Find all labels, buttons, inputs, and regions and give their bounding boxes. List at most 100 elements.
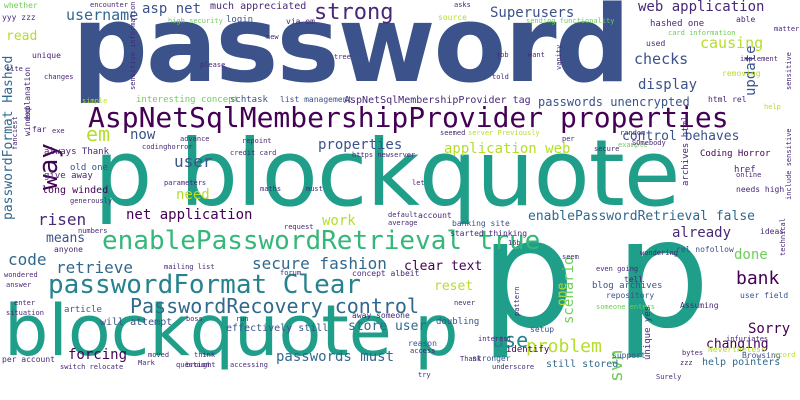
word-need: need — [176, 187, 210, 203]
word-access: access — [410, 347, 436, 355]
word-job: job — [496, 51, 509, 59]
word-repository: repository — [606, 291, 655, 300]
word-strong: strong — [314, 0, 394, 25]
word-tell: tell — [624, 275, 644, 284]
word-matter: matter — [774, 25, 800, 33]
word-read: read — [6, 29, 38, 44]
word-away-someone: away someone — [352, 311, 410, 320]
word-used: used — [646, 39, 666, 48]
word-tree: tree — [334, 53, 351, 61]
word-interest: interest — [478, 335, 512, 343]
word-include-sensitive: include sensitive — [785, 128, 793, 200]
word-aspnet-tag: AspNetSqlMembershipProvider tag — [344, 95, 531, 106]
word-give-away: give away — [44, 171, 93, 181]
word-please: please — [200, 61, 226, 69]
word-account: account — [418, 211, 452, 220]
word-parameters: parameters — [164, 179, 207, 187]
word-work: work — [322, 213, 356, 229]
word-maths: maths — [260, 185, 282, 193]
word-underscore: underscore — [492, 363, 535, 371]
word-username: username — [66, 6, 139, 24]
word-unique-yes: unique yes — [643, 305, 653, 360]
word-per: per — [562, 135, 575, 143]
word-much-appreciated: much appreciated — [210, 1, 307, 12]
word-server-previously: server Previously — [468, 129, 540, 137]
word-seem: seem — [562, 253, 579, 261]
word-secure: secure — [594, 145, 620, 153]
word-encounter: encounter — [90, 1, 128, 9]
word-run: run — [236, 315, 249, 323]
word-boss: boss — [186, 315, 203, 323]
word-coding-horror: Coding Horror — [700, 149, 771, 159]
word-advance: advance — [180, 135, 210, 143]
word-switch-relocate: switch relocate — [60, 363, 124, 371]
word-new: new — [266, 33, 279, 41]
word-already: already — [672, 225, 732, 241]
word-done: done — [734, 247, 768, 263]
word-accessing: accessing — [230, 361, 268, 369]
word-pwds-unencrypted: passwords unencrypted — [538, 95, 690, 109]
word-concept-albeit: concept albeit — [352, 269, 420, 278]
word-must: must — [306, 185, 323, 193]
word-html-rel: html rel — [708, 95, 747, 104]
word-online: online — [736, 171, 762, 179]
word-support: support — [612, 351, 646, 360]
word-even-going: even going — [596, 265, 639, 273]
word-card-information: card information — [668, 29, 736, 37]
word-situation: situation — [6, 309, 44, 317]
word-login: login — [226, 15, 254, 25]
word-vanity: vanity — [555, 44, 563, 70]
word-let: let — [412, 179, 425, 187]
word-rel-nofollow: rel nofollow — [676, 245, 734, 254]
word-wondering: wondering — [640, 249, 678, 257]
word-told: told — [492, 73, 509, 81]
word-checks: checks — [634, 50, 689, 68]
word-mark: Mark — [138, 359, 155, 367]
word-infuriates: infuriates — [726, 335, 769, 343]
word-list-management: list management — [280, 95, 353, 104]
word-unique: unique — [32, 51, 61, 60]
word-removing: removing — [722, 69, 761, 78]
word-user-field: user field — [740, 291, 789, 300]
word-codinghorror: codinghorror — [142, 143, 193, 151]
word-somebody: SOmebody — [632, 139, 666, 147]
word-code: code — [8, 250, 47, 269]
word-never: never — [454, 299, 476, 307]
word-hashed-one: hashed one — [650, 19, 705, 29]
word-try: try — [418, 371, 431, 379]
word-interesting-concept: interesting concept — [136, 95, 239, 105]
word-enter: enter — [14, 299, 36, 307]
word-web-application: web application — [638, 0, 765, 15]
word-mailing-list: mailing list — [164, 263, 215, 271]
word-generously: generously — [70, 197, 113, 205]
word-display: display — [638, 77, 698, 93]
word-brought: brought — [186, 361, 216, 369]
word-now: now — [130, 127, 156, 143]
word-forum: forum — [280, 269, 302, 277]
word-far: far — [32, 125, 47, 134]
word-needs-high: needs high — [736, 185, 785, 194]
word-identify: identify — [506, 345, 550, 355]
word-help: help — [764, 103, 781, 111]
word-properties: properties — [318, 137, 403, 153]
word-site: site — [6, 65, 23, 73]
word-risen: risen — [38, 210, 87, 229]
word-bank: bank — [736, 268, 780, 289]
word-em: em — [86, 122, 111, 146]
word-always-thank: always Thank — [44, 147, 110, 157]
word-random: random — [620, 129, 646, 137]
word-simple: simple — [82, 97, 108, 105]
word-reset: reset — [434, 279, 474, 294]
word-high-security: high security — [168, 17, 223, 25]
word-banking-site: banking site — [452, 219, 510, 228]
word-fanciest: fanciest — [11, 116, 19, 150]
word-one: one — [555, 282, 570, 306]
word-pattern: pattern — [513, 286, 521, 316]
word-thank: Thank — [460, 355, 482, 363]
word-think: think — [194, 351, 216, 359]
word-net-application: net application — [126, 207, 253, 223]
word-started-thinking: started thinking — [450, 229, 528, 238]
word-want: want — [528, 51, 545, 59]
word-assuming: Assuming — [680, 301, 719, 310]
word-asks: asks — [454, 1, 471, 9]
